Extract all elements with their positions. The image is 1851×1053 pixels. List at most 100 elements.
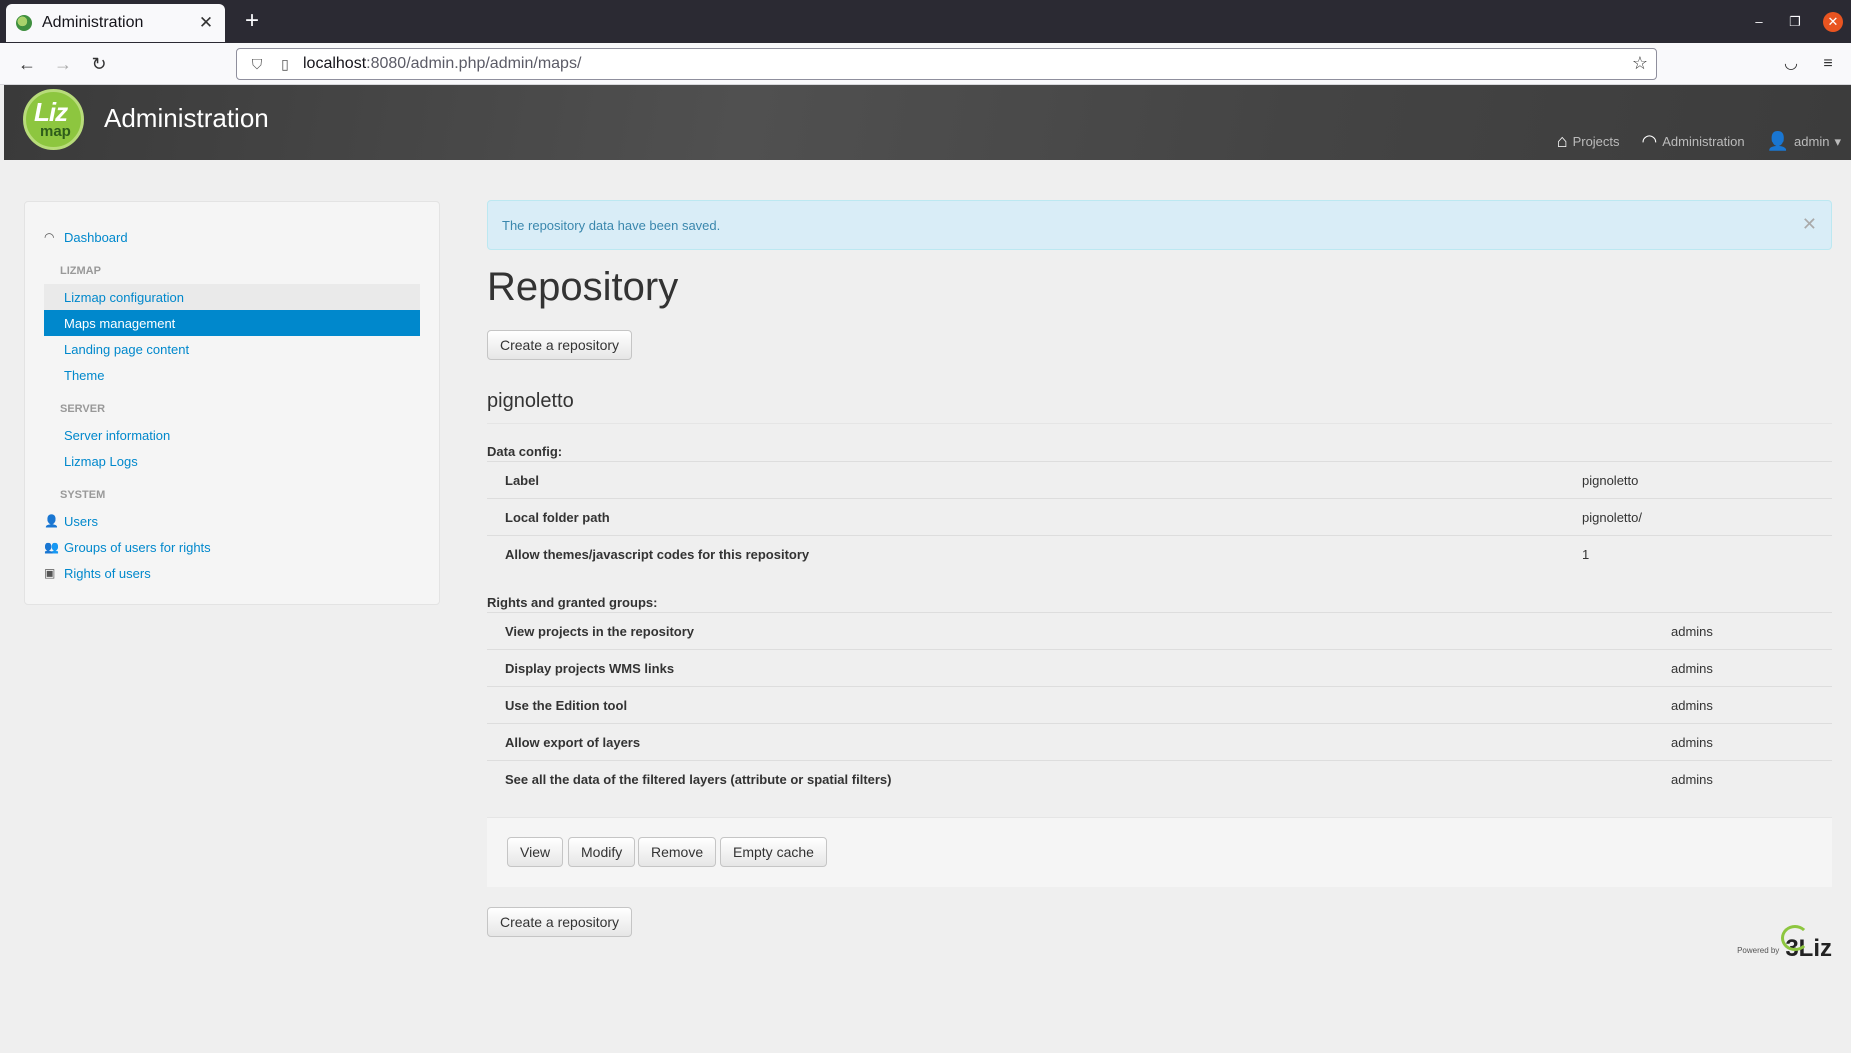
data-config-table: Label pignoletto Local folder path pigno… [487,461,1832,573]
sidebar-item-dashboard[interactable]: ◠ Dashboard [44,224,420,250]
data-config-label: Data config: [487,444,563,459]
table-row: Use the Edition tool admins [487,686,1832,724]
table-row: Local folder path pignoletto/ [487,498,1832,536]
nav-administration[interactable]: ◠ Administration [1642,131,1745,152]
maximize-icon[interactable]: ❐ [1787,14,1803,30]
right-value: admins [1671,686,1832,724]
lizmap-logo[interactable]: Liz map [23,89,84,150]
nav-user-menu[interactable]: 👤 admin ▾ [1767,131,1841,152]
right-key: Display projects WMS links [487,649,1671,687]
app-header: Liz map Administration ⌂ Projects ◠ Admi… [4,85,1851,160]
alert-message: The repository data have been saved. [502,218,721,233]
right-value: admins [1671,612,1832,650]
right-key: Allow export of layers [487,723,1671,761]
nav-administration-label: Administration [1662,134,1745,149]
sidebar-item-label: Groups of users for rights [64,539,211,555]
right-key: Use the Edition tool [487,686,1671,724]
table-row: View projects in the repository admins [487,612,1832,650]
data-value: pignoletto/ [1582,498,1832,536]
sidebar-item-landing-page-content[interactable]: Landing page content [44,336,420,362]
sidebar-item-label: Theme [64,367,105,383]
sidebar-item-label: Landing page content [64,341,190,357]
table-row: See all the data of the filtered layers … [487,760,1832,798]
forward-arrow-icon[interactable]: → [50,51,76,77]
nav-user-label: admin [1794,134,1830,149]
footer: Powered by 3Liz [1737,925,1832,963]
powered-by-label: Powered by [1737,946,1780,955]
create-repository-button-bottom[interactable]: Create a repository [487,907,633,937]
minimize-icon[interactable]: – [1751,14,1767,29]
view-button[interactable]: View [507,837,564,867]
home-icon: ⌂ [1556,131,1568,151]
sidebar-header-server: SERVER [60,403,106,415]
close-icon[interactable]: ✕ [1802,214,1817,235]
right-key: View projects in the repository [487,612,1671,650]
sidebar-item-label: Rights of users [64,565,151,581]
url-path: :8080/admin.php/admin/maps/ [366,55,582,72]
sidebar-item-server-information[interactable]: Server information [44,422,420,448]
sidebar-item-maps-management[interactable]: Maps management [44,310,420,336]
sidebar-item-label: Users [64,513,98,529]
sidebar-item-groups[interactable]: 👥 Groups of users for rights [44,534,420,560]
back-arrow-icon[interactable]: ← [14,51,40,77]
modify-button[interactable]: Modify [568,837,636,867]
new-tab-icon[interactable]: + [240,9,264,34]
url-bar[interactable]: ⛉ ▯ localhost:8080/admin.php/admin/maps/… [236,48,1657,80]
remove-button[interactable]: Remove [638,837,717,867]
sidebar-item-label: Maps management [64,315,176,331]
group-icon: 👥 [44,540,59,554]
sidebar-header-lizmap: LIZMAP [60,265,101,277]
sidebar-header-system: SYSTEM [60,489,106,501]
window-controls: – ❐ ✕ [1751,0,1851,43]
dashboard-gauge-icon: ◠ [44,230,55,244]
data-key: Label [487,461,1582,499]
page-title: Repository [487,265,679,309]
empty-cache-button[interactable]: Empty cache [720,837,827,867]
3liz-logo[interactable]: 3Liz [1781,925,1832,963]
table-row: Display projects WMS links admins [487,649,1832,687]
browser-titlebar: Administration ✕ + – ❐ ✕ [0,0,1851,43]
menu-icon[interactable]: ≡ [1815,51,1841,77]
pocket-icon[interactable]: ◡ [1778,51,1804,77]
nav-projects[interactable]: ⌂ Projects [1557,131,1620,152]
shield-icon[interactable]: ⛉ [247,56,267,73]
data-key: Local folder path [487,498,1582,536]
sidebar-item-lizmap-logs[interactable]: Lizmap Logs [44,448,420,474]
tab-title: Administration [42,14,144,31]
browser-tab[interactable]: Administration ✕ [6,4,225,42]
app-title: Administration [104,103,269,133]
reload-icon[interactable]: ↻ [86,51,112,77]
sidebar-item-label: Server information [64,427,171,443]
logo-text-bottom: map [40,123,71,140]
sidebar-item-rights[interactable]: ▣ Rights of users [44,560,420,586]
repository-name: pignoletto [487,390,1832,424]
create-repository-button[interactable]: Create a repository [487,330,633,360]
caret-down-icon: ▾ [1834,133,1841,149]
nav-projects-label: Projects [1572,134,1620,149]
right-value: admins [1671,760,1832,798]
close-window-icon[interactable]: ✕ [1823,11,1843,32]
rights-table: View projects in the repository admins D… [487,612,1832,798]
sidebar-item-lizmap-configuration[interactable]: Lizmap configuration [44,284,420,310]
sidebar-item-theme[interactable]: Theme [44,362,420,388]
sidebar-item-label: Lizmap Logs [64,453,138,469]
header-nav: ⌂ Projects ◠ Administration 👤 admin ▾ [1557,131,1841,152]
data-value: pignoletto [1582,461,1832,499]
close-tab-icon[interactable]: ✕ [197,13,215,33]
sidebar-item-users[interactable]: 👤 Users [44,508,420,534]
user-icon: 👤 [44,514,59,528]
right-value: admins [1671,723,1832,761]
bookmark-star-icon[interactable]: ☆ [1632,53,1648,74]
dashboard-gauge-icon: ◠ [1641,131,1658,151]
table-row: Allow export of layers admins [487,723,1832,761]
data-key: Allow themes/javascript codes for this r… [487,535,1582,573]
page-icon: ▯ [281,55,289,72]
user-icon: 👤 [1766,131,1790,151]
table-row: Label pignoletto [487,461,1832,499]
data-value: 1 [1582,535,1832,573]
table-row: Allow themes/javascript codes for this r… [487,535,1832,573]
right-key: See all the data of the filtered layers … [487,760,1671,798]
sidebar: ◠ Dashboard LIZMAP Lizmap configuration … [24,201,440,605]
rights-label: Rights and granted groups: [487,595,658,610]
browser-navbar: ← → ↻ ⛉ ▯ localhost:8080/admin.php/admin… [0,43,1851,85]
